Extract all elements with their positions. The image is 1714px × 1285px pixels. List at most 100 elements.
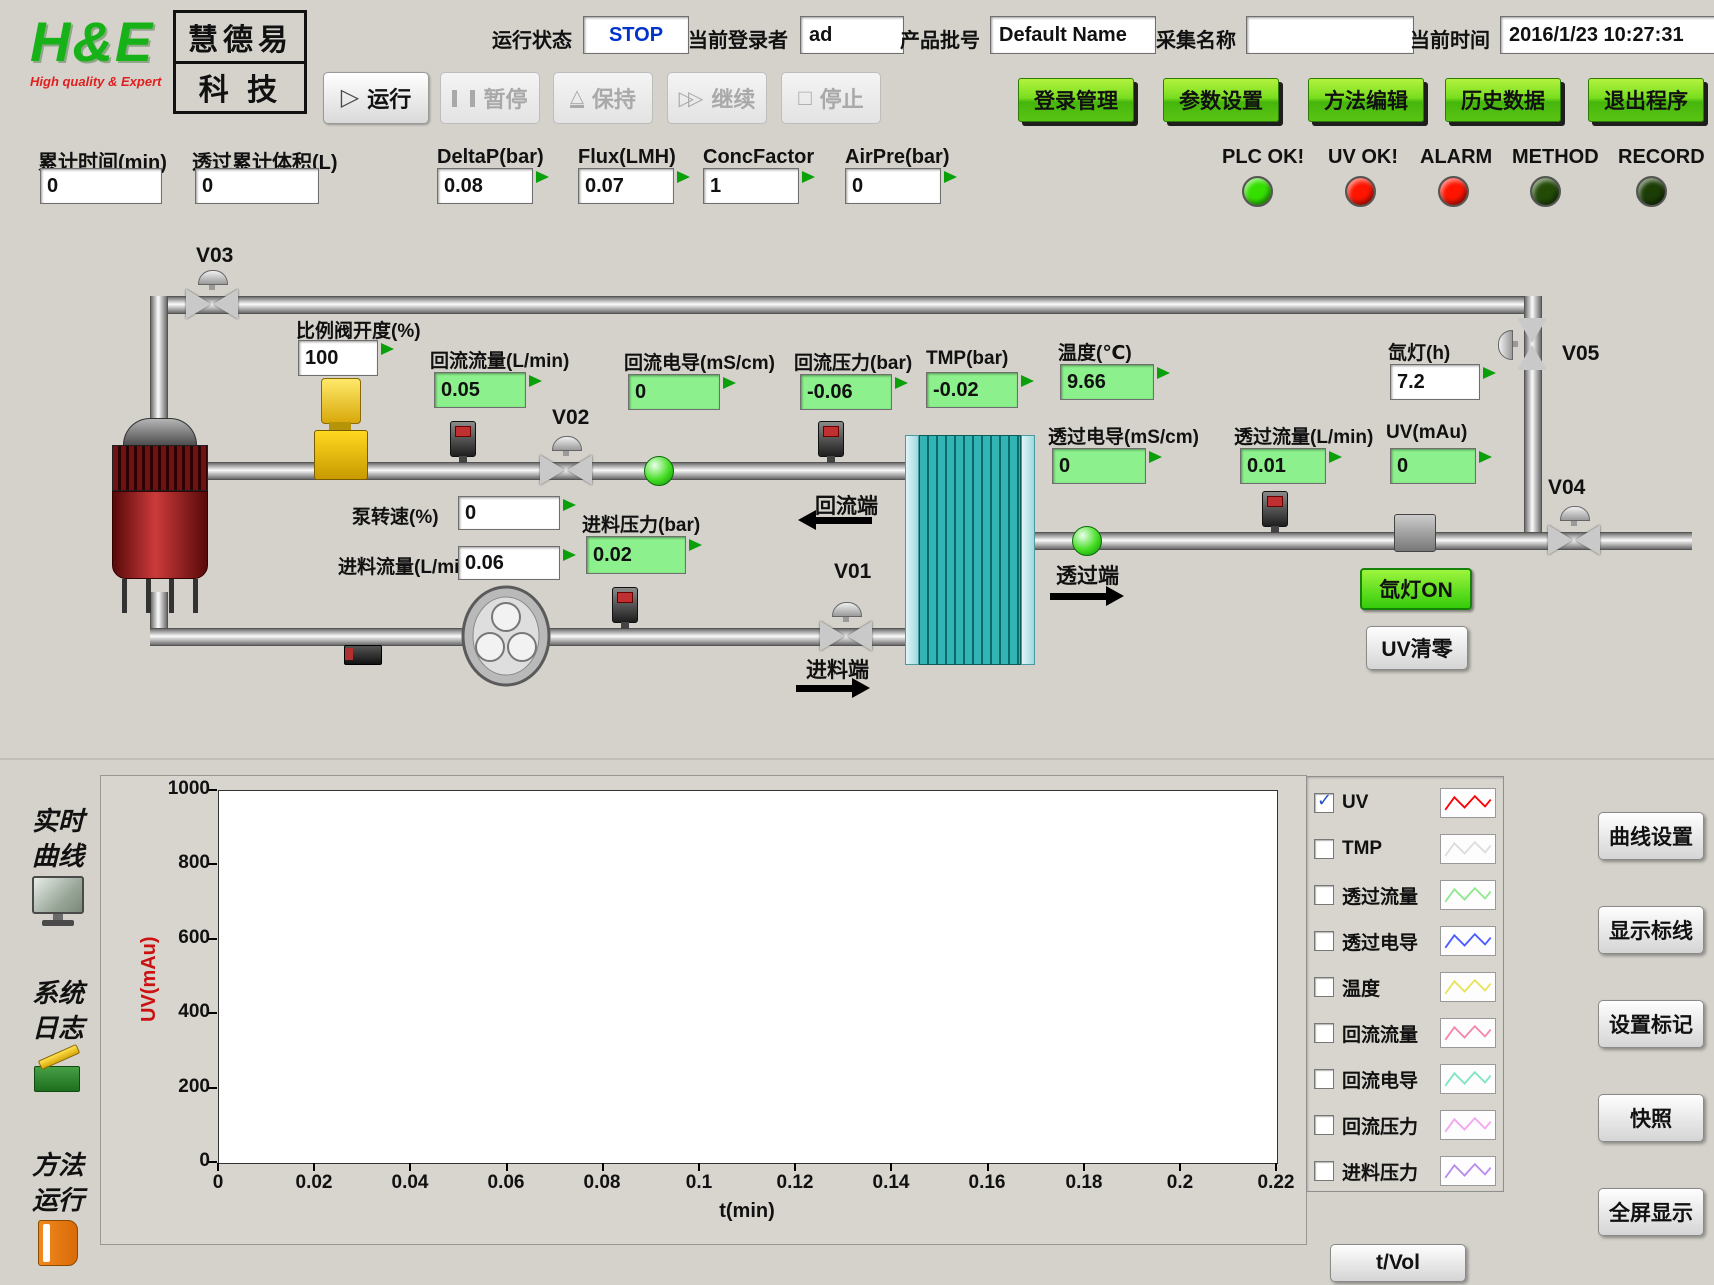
feed-tank	[112, 418, 208, 613]
legend-checkbox-feed-pressure[interactable]	[1314, 1161, 1334, 1181]
record-label: RECORD	[1618, 146, 1705, 169]
hmi-main-screen: H&E High quality & Expert 慧德易 科 技 运行状态 S…	[0, 0, 1714, 1285]
fullscreen-button[interactable]: 全屏显示	[1598, 1188, 1704, 1236]
user-label: 当前登录者	[688, 24, 788, 53]
xenon-hours-label: 氙灯(h)	[1388, 338, 1450, 365]
legend-checkbox-tmp[interactable]	[1314, 839, 1334, 859]
membrane-left-cap	[905, 435, 919, 665]
alarm-led	[1438, 176, 1469, 207]
current-time-value: 2016/1/23 10:27:31	[1500, 16, 1714, 54]
batch-field[interactable]: Default Name	[990, 16, 1156, 54]
uv-mau-value: 0	[1390, 448, 1476, 484]
snapshot-button[interactable]: 快照	[1598, 1094, 1704, 1142]
tank-band	[112, 445, 208, 491]
tmp-label: TMP(bar)	[926, 348, 1008, 370]
axis-tick	[208, 938, 217, 940]
reflux-flow-value: 0.05	[434, 372, 526, 408]
legend-checkbox-reflux-flow[interactable]	[1314, 1023, 1334, 1043]
legend-checkbox-perm-cond[interactable]	[1314, 931, 1334, 951]
tmp-value: -0.02	[926, 372, 1018, 408]
reflux-line-indicator-ball	[644, 456, 674, 486]
reflux-pressure-value: -0.06	[800, 374, 892, 410]
show-guides-button[interactable]: 显示标线	[1598, 906, 1704, 954]
run-status-label: 运行状态	[492, 24, 572, 53]
perm-cond-value: 0	[1052, 448, 1146, 484]
legend-checkbox-uv[interactable]	[1314, 793, 1334, 813]
logo-he: H&E High quality & Expert	[30, 10, 161, 114]
login-manage-button[interactable]: 登录管理	[1018, 78, 1134, 122]
flag-icon	[563, 549, 576, 561]
y-tick-label: 1000	[148, 778, 210, 800]
flux-label: Flux(LMH)	[578, 146, 676, 169]
legend-checkbox-reflux-pressure[interactable]	[1314, 1115, 1334, 1135]
method-edit-button[interactable]: 方法编辑	[1308, 78, 1424, 122]
reflux-flow-arrow	[798, 510, 872, 530]
hold-button[interactable]: △保持	[553, 72, 653, 124]
uv-zero-button[interactable]: UV清零	[1366, 626, 1468, 670]
continue-button[interactable]: ▷▷继续	[667, 72, 767, 124]
reflux-pressure-label: 回流压力(bar)	[794, 348, 912, 375]
temperature-value: 9.66	[1060, 364, 1154, 400]
flag-icon	[689, 539, 702, 551]
concfactor-value: 1	[703, 168, 799, 204]
valve-v02	[540, 455, 592, 485]
legend-label: 回流流量	[1342, 1020, 1432, 1047]
axis-tick	[409, 1163, 411, 1171]
record-led	[1636, 176, 1667, 207]
acq-name-field[interactable]	[1246, 16, 1414, 54]
v05-label: V05	[1562, 342, 1599, 366]
curve-settings-button[interactable]: 曲线设置	[1598, 812, 1704, 860]
membrane-right-cap	[1021, 435, 1035, 665]
reflux-cond-value: 0	[628, 374, 720, 410]
stop-button[interactable]: □停止	[781, 72, 881, 124]
legend-label: 回流电导	[1342, 1066, 1432, 1093]
axis-tick	[208, 1012, 217, 1014]
flag-icon	[1329, 451, 1342, 463]
axis-tick	[602, 1163, 604, 1171]
run-button[interactable]: ▷运行	[323, 72, 429, 124]
reflux-flow-sensor	[450, 421, 476, 457]
x-tick-label: 0.08	[567, 1172, 637, 1194]
param-setting-button[interactable]: 参数设置	[1163, 78, 1279, 122]
legend-item-reflux-flow: 回流流量	[1314, 1012, 1496, 1054]
airpre-value: 0	[845, 168, 941, 204]
method-led	[1530, 176, 1561, 207]
reflux-cond-label: 回流电导(mS/cm)	[624, 348, 775, 375]
prop-valve-input[interactable]: 100	[298, 340, 378, 376]
flag-icon	[802, 171, 815, 183]
flag-icon	[677, 171, 690, 183]
user-field[interactable]: ad	[800, 16, 904, 54]
sidebar-item-system-log[interactable]: 系统 日志	[14, 978, 102, 1094]
sidebar-item-method-run[interactable]: 方法 运行	[14, 1150, 102, 1266]
axis-tick	[208, 1087, 217, 1089]
drain-fitting	[344, 645, 382, 665]
tank-legs	[112, 579, 208, 613]
run-status-value: STOP	[583, 16, 689, 54]
legend-item-feed-pressure: 进料压力	[1314, 1150, 1496, 1192]
flag-icon	[529, 375, 542, 387]
feed-flow-input[interactable]: 0.06	[458, 546, 560, 580]
permeate-flow-arrow	[1050, 586, 1124, 606]
t-vol-toggle-button[interactable]: t/Vol	[1330, 1244, 1466, 1282]
xenon-on-button[interactable]: 氙灯ON	[1360, 568, 1472, 610]
stop-icon: □	[798, 87, 811, 109]
feed-pressure-sensor	[612, 587, 638, 623]
legend-checkbox-temperature[interactable]	[1314, 977, 1334, 997]
legend-item-uv: UV	[1314, 782, 1496, 824]
legend-line-sample	[1440, 880, 1496, 910]
set-marks-button[interactable]: 设置标记	[1598, 1000, 1704, 1048]
sidebar-item-realtime-curve[interactable]: 实时 曲线	[14, 806, 102, 926]
plc-ok-label: PLC OK!	[1222, 146, 1304, 169]
legend-item-tmp: TMP	[1314, 828, 1496, 870]
axis-tick	[987, 1163, 989, 1171]
flag-icon	[723, 377, 736, 389]
history-data-button[interactable]: 历史数据	[1445, 78, 1561, 122]
xenon-hours-input[interactable]: 7.2	[1390, 364, 1480, 400]
legend-label: 温度	[1342, 974, 1432, 1001]
legend-checkbox-reflux-cond[interactable]	[1314, 1069, 1334, 1089]
legend-checkbox-perm-flow[interactable]	[1314, 885, 1334, 905]
pause-button[interactable]: 暂停	[440, 72, 540, 124]
flag-icon	[1149, 451, 1162, 463]
exit-program-button[interactable]: 退出程序	[1588, 78, 1704, 122]
pump-speed-input[interactable]: 0	[458, 496, 560, 530]
